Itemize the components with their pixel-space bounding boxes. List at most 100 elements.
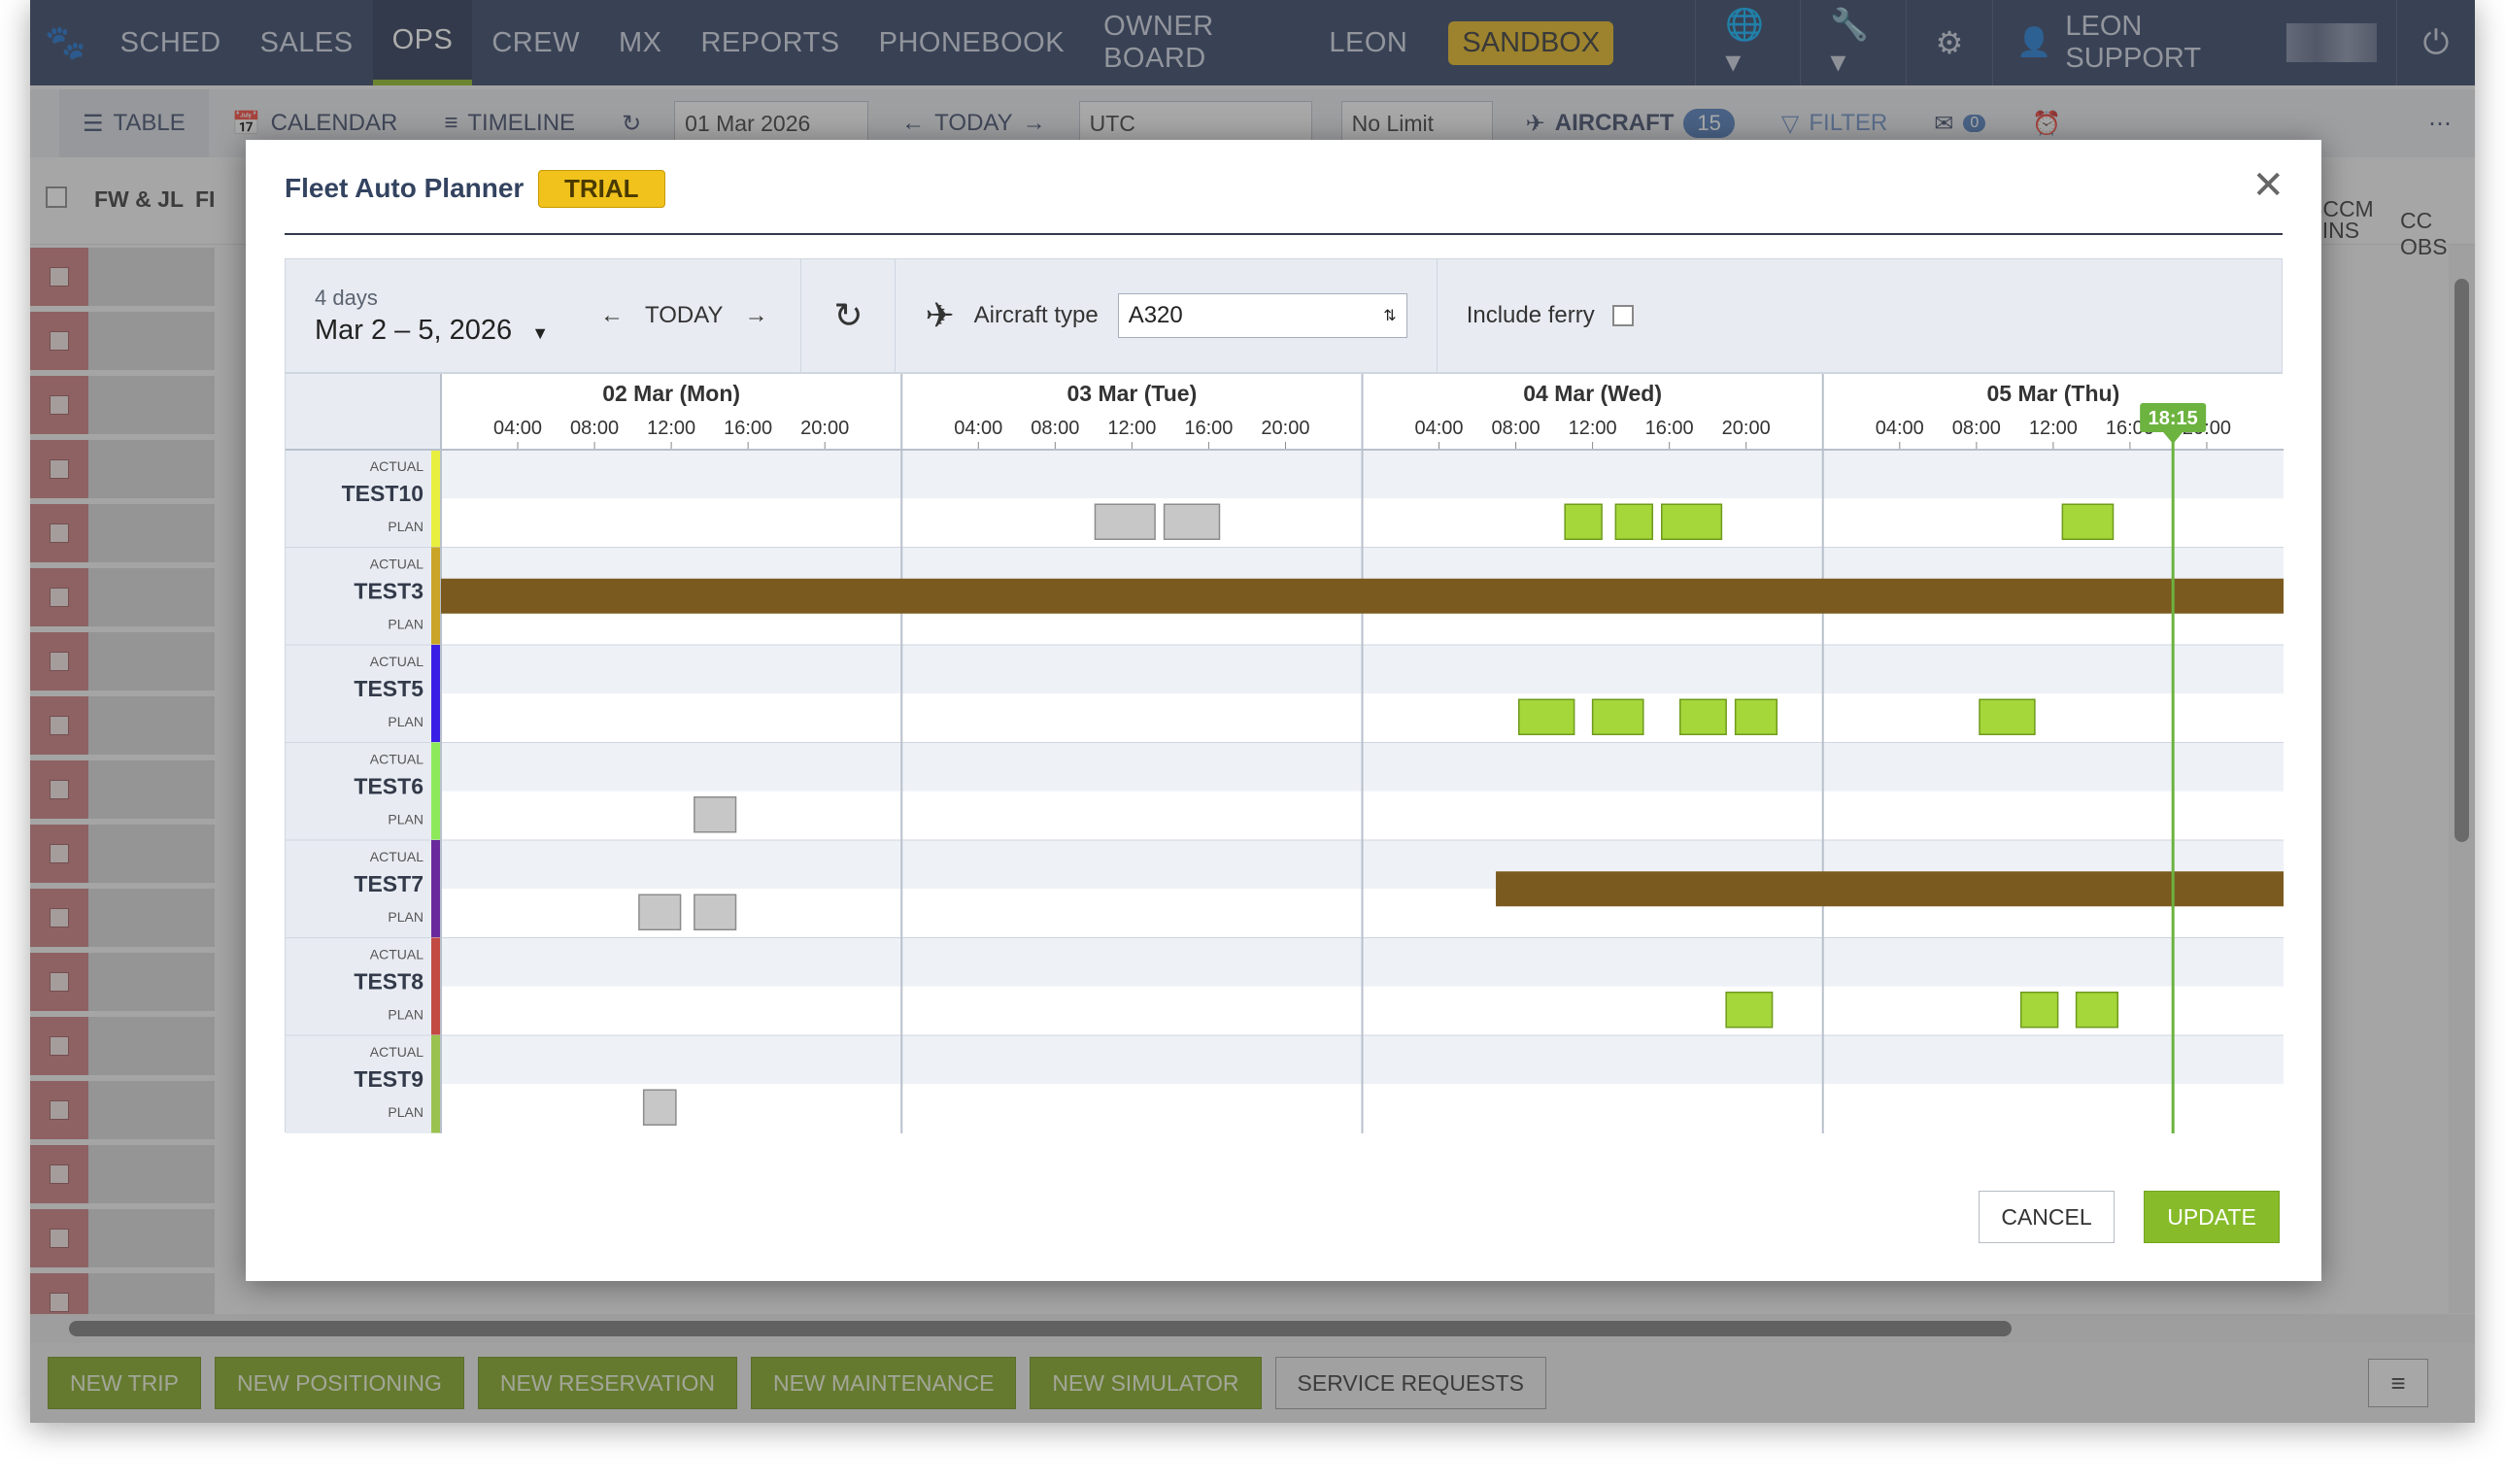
pending-trip[interactable] [1094,503,1156,540]
hour-tick-label: 16:00 [1184,418,1233,439]
hour-tick-label: 16:00 [724,418,772,439]
aircraft-reg-test7: TEST7 [354,871,423,896]
hour-tick-label: 04:00 [493,418,542,439]
day-header: 05 Mar (Thu) [1987,381,2120,406]
hour-tick-label: 20:00 [1261,418,1309,439]
include-ferry-checkbox[interactable] [1611,305,1634,326]
planner-controls: 4 days Mar 2 – 5, 2026 ▼ ← TODAY → ↻ ✈ A… [285,258,2283,373]
aircraft-color-strip [431,1035,441,1133]
hour-tick-label: 16:00 [1645,418,1694,439]
trial-badge: TRIAL [538,170,665,208]
include-ferry-label: Include ferry [1466,302,1595,328]
fleet-auto-planner-dialog: Fleet Auto Planner TRIAL ✕ 4 days Mar 2 … [246,140,2321,1281]
day-header: 04 Mar (Wed) [1523,381,1662,406]
plan-label: PLAN [388,714,423,729]
aircraft-type-label: Aircraft type [973,302,1099,328]
aircraft-type-field: ✈ Aircraft type A320 ⇅ [896,293,1436,338]
aircraft-reg-test5: TEST5 [354,676,423,701]
actual-label: ACTUAL [370,654,423,669]
actual-label: ACTUAL [370,1044,423,1060]
aircraft-color-strip [431,450,441,548]
pending-trip[interactable] [642,1089,677,1126]
title-divider [285,233,2283,235]
hour-tick-label: 20:00 [1722,418,1771,439]
plan-label: PLAN [388,812,423,827]
range-dates: Mar 2 – 5, 2026 ▼ [315,315,567,347]
pending-trip[interactable] [638,894,682,930]
planned-trip[interactable] [1734,698,1778,735]
hour-tick-label: 12:00 [1569,418,1617,439]
maintenance-block[interactable] [1496,871,2284,907]
plan-label: PLAN [388,617,423,632]
hour-tick-label: 04:00 [1415,418,1464,439]
planned-trip[interactable] [1517,698,1575,735]
aircraft-reg-test10: TEST10 [342,481,423,506]
hour-tick-label: 08:00 [1952,418,2001,439]
planned-trip[interactable] [2075,992,2119,1029]
update-button[interactable]: UPDATE [2144,1191,2280,1243]
day-header: 03 Mar (Tue) [1066,381,1197,406]
planned-trip[interactable] [1678,698,1727,735]
pending-trip[interactable] [694,894,737,930]
planned-trip[interactable] [2019,992,2059,1029]
include-ferry-field: Include ferry [1438,302,1663,329]
planned-trip[interactable] [1979,698,2036,735]
hour-tick-label: 08:00 [1492,418,1540,439]
now-time-label: 18:15 [2149,408,2198,429]
planned-trip[interactable] [1564,503,1603,540]
timeline-svg: ACTUAL TEST10 PLAN ACTUAL TEST3 PLAN ACTUAL TES… [286,374,2284,1133]
planned-trip[interactable] [1614,503,1654,540]
range-length: 4 days [315,285,378,310]
next-arrow-icon[interactable]: → [744,302,767,329]
aircraft-color-strip [431,742,441,840]
planned-trip[interactable] [2061,503,2115,540]
caret-down-icon: ▼ [531,322,550,343]
pending-trip[interactable] [1163,503,1221,540]
plan-label: PLAN [388,1104,423,1120]
prev-arrow-icon[interactable]: ← [600,302,624,329]
cancel-button[interactable]: CANCEL [1979,1191,2115,1243]
planned-trip[interactable] [1725,992,1774,1029]
planner-timeline: ACTUAL TEST10 PLAN ACTUAL TEST3 PLAN ACTUAL TES… [285,373,2284,1133]
aircraft-reg-test9: TEST9 [354,1066,423,1092]
plan-label: PLAN [388,519,423,534]
aircraft-type-value: A320 [1128,302,1183,328]
dialog-title: Fleet Auto Planner [285,173,525,203]
pending-trip[interactable] [694,796,737,833]
hour-tick-label: 08:00 [570,418,619,439]
aircraft-reg-test8: TEST8 [354,969,423,995]
actual-label: ACTUAL [370,752,423,767]
actual-label: ACTUAL [370,556,423,572]
range-dates-text: Mar 2 – 5, 2026 [315,314,513,346]
date-range-picker[interactable]: 4 days Mar 2 – 5, 2026 ▼ [286,286,567,347]
hour-tick-label: 08:00 [1031,418,1079,439]
aircraft-color-strip [431,840,441,938]
aircraft-color-strip [431,547,441,645]
aircraft-color-strip [431,645,441,743]
maintenance-block[interactable] [441,578,2284,614]
hour-tick-label: 12:00 [647,418,695,439]
hour-tick-label: 12:00 [2029,418,2078,439]
day-header: 02 Mar (Mon) [602,381,740,406]
planned-trip[interactable] [1661,503,1723,540]
plan-label: PLAN [388,909,423,925]
actual-label: ACTUAL [370,458,423,474]
plane-icon: ✈ [925,295,955,335]
aircraft-color-strip [431,937,441,1035]
actual-label: ACTUAL [370,849,423,864]
planned-trip[interactable] [1591,698,1644,735]
hour-tick-label: 04:00 [1876,418,1924,439]
refresh-icon[interactable]: ↻ [801,295,895,336]
aircraft-reg-test3: TEST3 [354,579,423,604]
select-arrows-icon: ⇅ [1383,308,1397,324]
hour-tick-label: 04:00 [954,418,1002,439]
today-button[interactable]: TODAY [645,302,723,329]
actual-label: ACTUAL [370,947,423,962]
aircraft-type-select[interactable]: A320 ⇅ [1117,293,1407,338]
today-navigation: ← TODAY → [567,302,800,329]
plan-label: PLAN [388,1007,423,1023]
app-window: 🐾 SCHED SALES OPS CREW MX REPORTS PHONEB… [30,0,2475,1423]
hour-tick-label: 20:00 [800,418,849,439]
hour-tick-label: 12:00 [1107,418,1156,439]
close-icon[interactable]: ✕ [2251,163,2285,208]
